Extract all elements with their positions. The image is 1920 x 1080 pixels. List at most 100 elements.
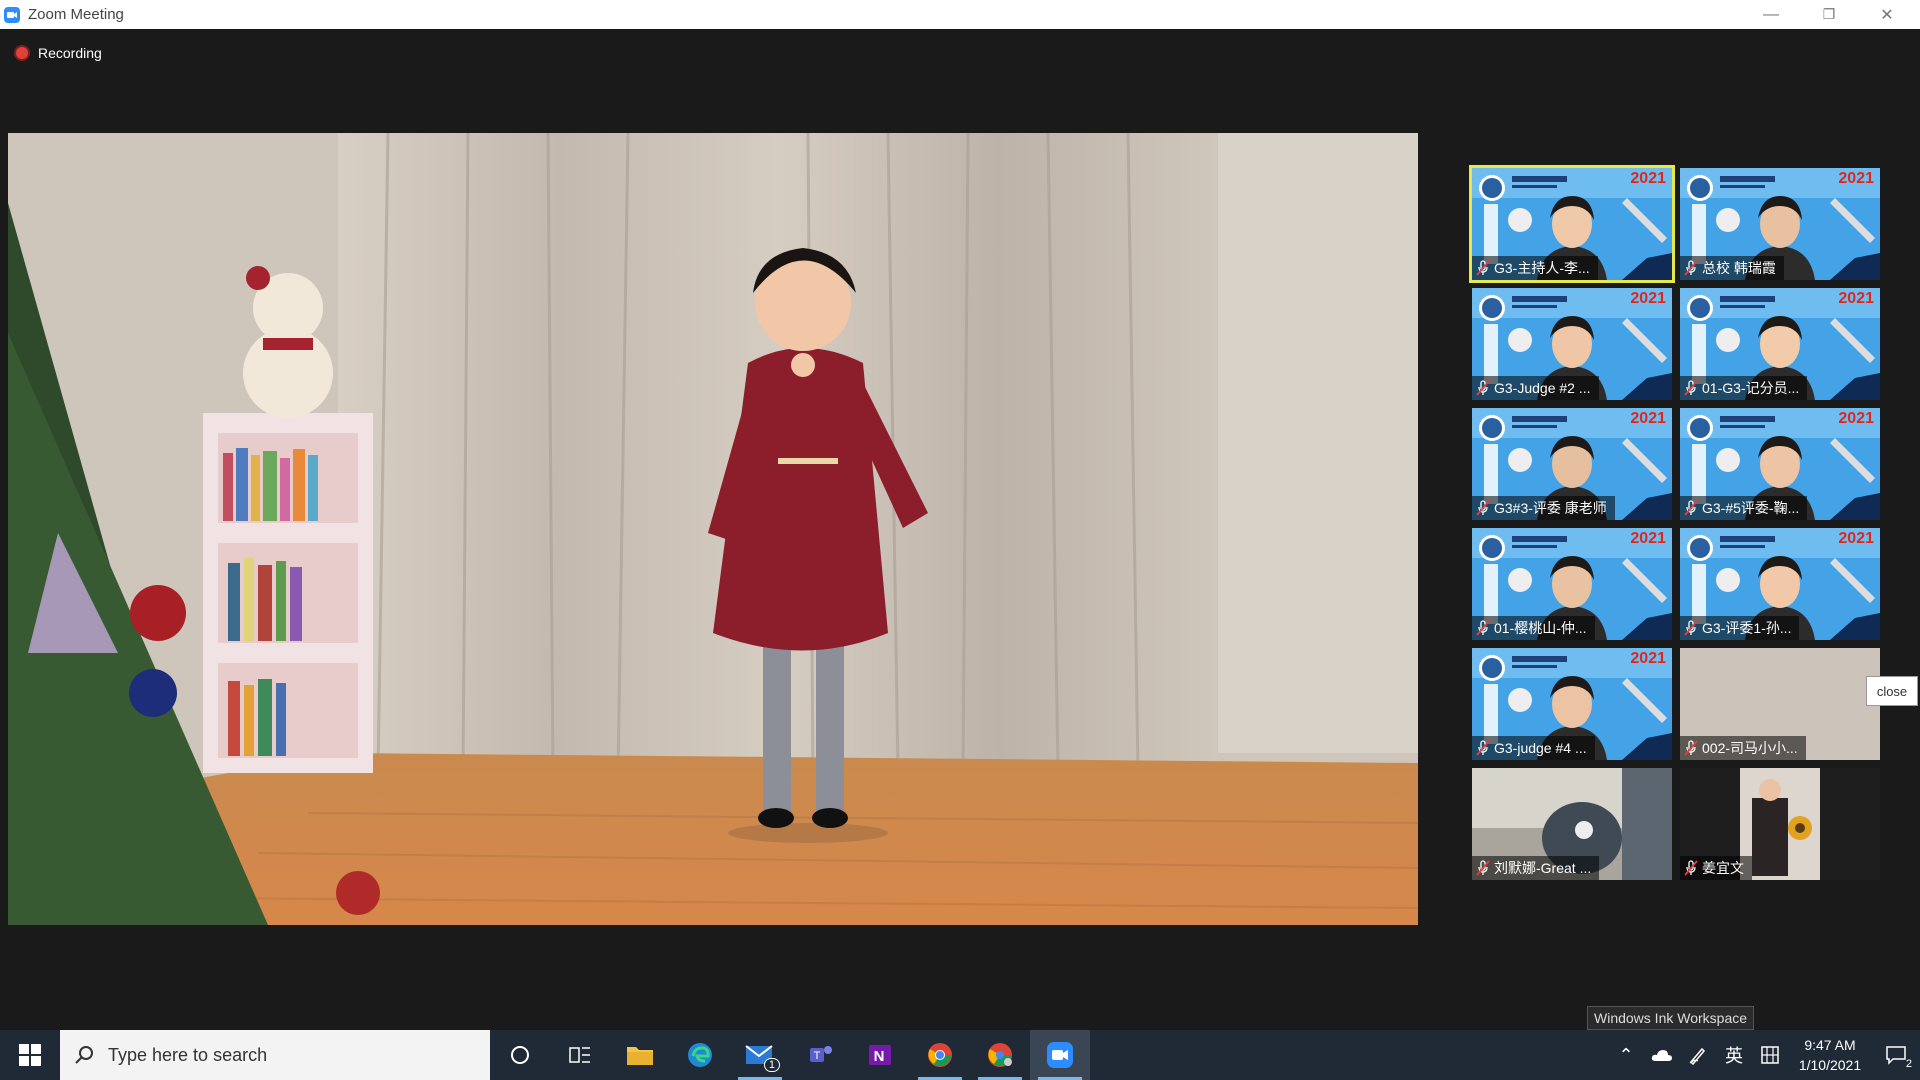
participant-nameplate: G3#3-评委 康老师: [1472, 496, 1615, 520]
search-placeholder: Type here to search: [108, 1044, 268, 1065]
ime-mode-button[interactable]: [1752, 1030, 1788, 1080]
zoom-app-icon: [4, 6, 20, 23]
participant-tile[interactable]: 2021 G3-judge #4 ...: [1472, 648, 1672, 760]
mic-muted-icon: [1684, 500, 1698, 516]
close-window-button[interactable]: ✕: [1858, 0, 1916, 29]
window-title: Zoom Meeting: [28, 6, 124, 23]
participant-nameplate: 姜宜文: [1680, 856, 1752, 880]
recording-dot-icon: [16, 47, 28, 59]
participant-name: 总校 韩瑞霞: [1702, 260, 1776, 276]
participant-nameplate: 刘默娜-Great ...: [1472, 856, 1600, 880]
clock-time: 9:47 AM: [1804, 1037, 1856, 1053]
cortana-button[interactable]: [490, 1030, 550, 1080]
edge-button[interactable]: [670, 1030, 730, 1080]
restore-button[interactable]: ❐: [1800, 0, 1858, 29]
participant-nameplate: G3-#5评委-鞠...: [1680, 496, 1808, 520]
participant-tile[interactable]: 2021 G3-评委1-孙...: [1680, 528, 1880, 640]
chrome-button[interactable]: [910, 1030, 970, 1080]
zoom-taskbar-button[interactable]: [1030, 1030, 1090, 1080]
action-center-button[interactable]: 2: [1872, 1030, 1920, 1080]
task-view-button[interactable]: [550, 1030, 610, 1080]
participant-nameplate: G3-judge #4 ...: [1472, 736, 1595, 760]
participant-tile[interactable]: 2021 G3-主持人-李...: [1469, 165, 1675, 283]
chrome-profile-button[interactable]: [970, 1030, 1030, 1080]
clock-date: 1/10/2021: [1798, 1057, 1862, 1073]
participant-tile[interactable]: 2021 G3#3-评委 康老师: [1472, 408, 1672, 520]
notification-icon: [1886, 1046, 1906, 1065]
system-tray: ⌃ 英 9:47 AM 1/10/2021 2: [1608, 1030, 1920, 1080]
participant-tile[interactable]: 2021 G3-Judge #2 ...: [1472, 288, 1672, 400]
tile-year-label: 2021: [1838, 530, 1874, 547]
title-bar: Zoom Meeting — ❐ ✕: [0, 0, 1920, 29]
participant-tile[interactable]: 刘默娜-Great ...: [1472, 768, 1672, 880]
participant-nameplate: 总校 韩瑞霞: [1680, 256, 1784, 280]
chrome-icon: [928, 1043, 952, 1067]
participant-video: [1740, 768, 1820, 880]
recording-label: Recording: [38, 45, 102, 61]
svg-text:T: T: [814, 1050, 821, 1062]
participant-name: 刘默娜-Great ...: [1494, 860, 1592, 876]
participant-tile[interactable]: 2021 总校 韩瑞霞: [1680, 168, 1880, 280]
participant-name: G3-主持人-李...: [1494, 260, 1590, 276]
mic-muted-icon: [1684, 740, 1698, 756]
windows-logo-icon: [19, 1044, 41, 1066]
minimize-button[interactable]: —: [1742, 0, 1800, 29]
tile-year-label: 2021: [1630, 170, 1666, 187]
mic-muted-icon: [1476, 500, 1490, 516]
recording-indicator[interactable]: Recording: [16, 45, 102, 61]
file-explorer-button[interactable]: [610, 1030, 670, 1080]
input-language-button[interactable]: 英: [1716, 1030, 1752, 1080]
participant-tile[interactable]: 002-司马小小...: [1680, 648, 1880, 760]
chrome-profile-icon: [988, 1043, 1012, 1067]
tile-year-label: 2021: [1630, 530, 1666, 547]
edge-icon: [688, 1043, 712, 1067]
participant-nameplate: G3-主持人-李...: [1472, 256, 1598, 280]
task-view-icon: [569, 1047, 590, 1063]
mic-muted-icon: [1684, 380, 1698, 396]
zoom-icon: [1047, 1042, 1073, 1068]
mic-muted-icon: [1684, 620, 1698, 636]
tile-year-label: 2021: [1838, 410, 1874, 427]
close-gallery-tooltip[interactable]: close: [1866, 676, 1918, 706]
tile-year-label: 2021: [1838, 290, 1874, 307]
ink-workspace-button[interactable]: [1680, 1030, 1716, 1080]
participant-nameplate: G3-评委1-孙...: [1680, 616, 1800, 640]
stage-scene-image: [8, 133, 1418, 925]
mail-badge: 1: [763, 1058, 780, 1072]
onedrive-button[interactable]: [1644, 1030, 1680, 1080]
mic-muted-icon: [1476, 620, 1490, 636]
participant-name: G3-Judge #2 ...: [1494, 380, 1591, 396]
mic-muted-icon: [1476, 380, 1490, 396]
participant-name: G3-#5评委-鞠...: [1702, 500, 1800, 516]
taskbar-search-box[interactable]: Type here to search: [60, 1030, 490, 1080]
notification-badge: 2: [1905, 1058, 1912, 1070]
clock[interactable]: 9:47 AM 1/10/2021: [1788, 1035, 1872, 1075]
participant-nameplate: 002-司马小小...: [1680, 736, 1806, 760]
participant-tile[interactable]: 2021 G3-#5评委-鞠...: [1680, 408, 1880, 520]
start-button[interactable]: [0, 1030, 60, 1080]
participant-name: 姜宜文: [1702, 860, 1744, 876]
tile-year-label: 2021: [1630, 650, 1666, 667]
tile-year-label: 2021: [1630, 290, 1666, 307]
participant-tile[interactable]: 2021 01-樱桃山-仲...: [1472, 528, 1672, 640]
teams-icon: T: [810, 1046, 832, 1062]
show-hidden-icons-button[interactable]: ⌃: [1608, 1030, 1644, 1080]
ink-workspace-tooltip: Windows Ink Workspace: [1587, 1006, 1755, 1030]
onenote-icon: N: [869, 1045, 891, 1065]
folder-icon: [627, 1047, 653, 1065]
search-icon: [75, 1046, 93, 1064]
participant-nameplate: 01-樱桃山-仲...: [1472, 616, 1595, 640]
participant-name: 01-樱桃山-仲...: [1494, 620, 1587, 636]
cloud-icon: [1651, 1050, 1672, 1061]
participant-nameplate: G3-Judge #2 ...: [1472, 376, 1599, 400]
tile-year-label: 2021: [1630, 410, 1666, 427]
participant-tile[interactable]: 姜宜文: [1680, 768, 1880, 880]
mail-button[interactable]: 1: [730, 1030, 790, 1080]
onenote-button[interactable]: N: [850, 1030, 910, 1080]
participant-tile[interactable]: 2021 01-G3-记分员...: [1680, 288, 1880, 400]
main-speaker-video[interactable]: [8, 133, 1418, 925]
ime-grid-icon: [1761, 1046, 1779, 1064]
participant-nameplate: 01-G3-记分员...: [1680, 376, 1808, 400]
mic-muted-icon: [1476, 860, 1490, 876]
teams-button[interactable]: T: [790, 1030, 850, 1080]
